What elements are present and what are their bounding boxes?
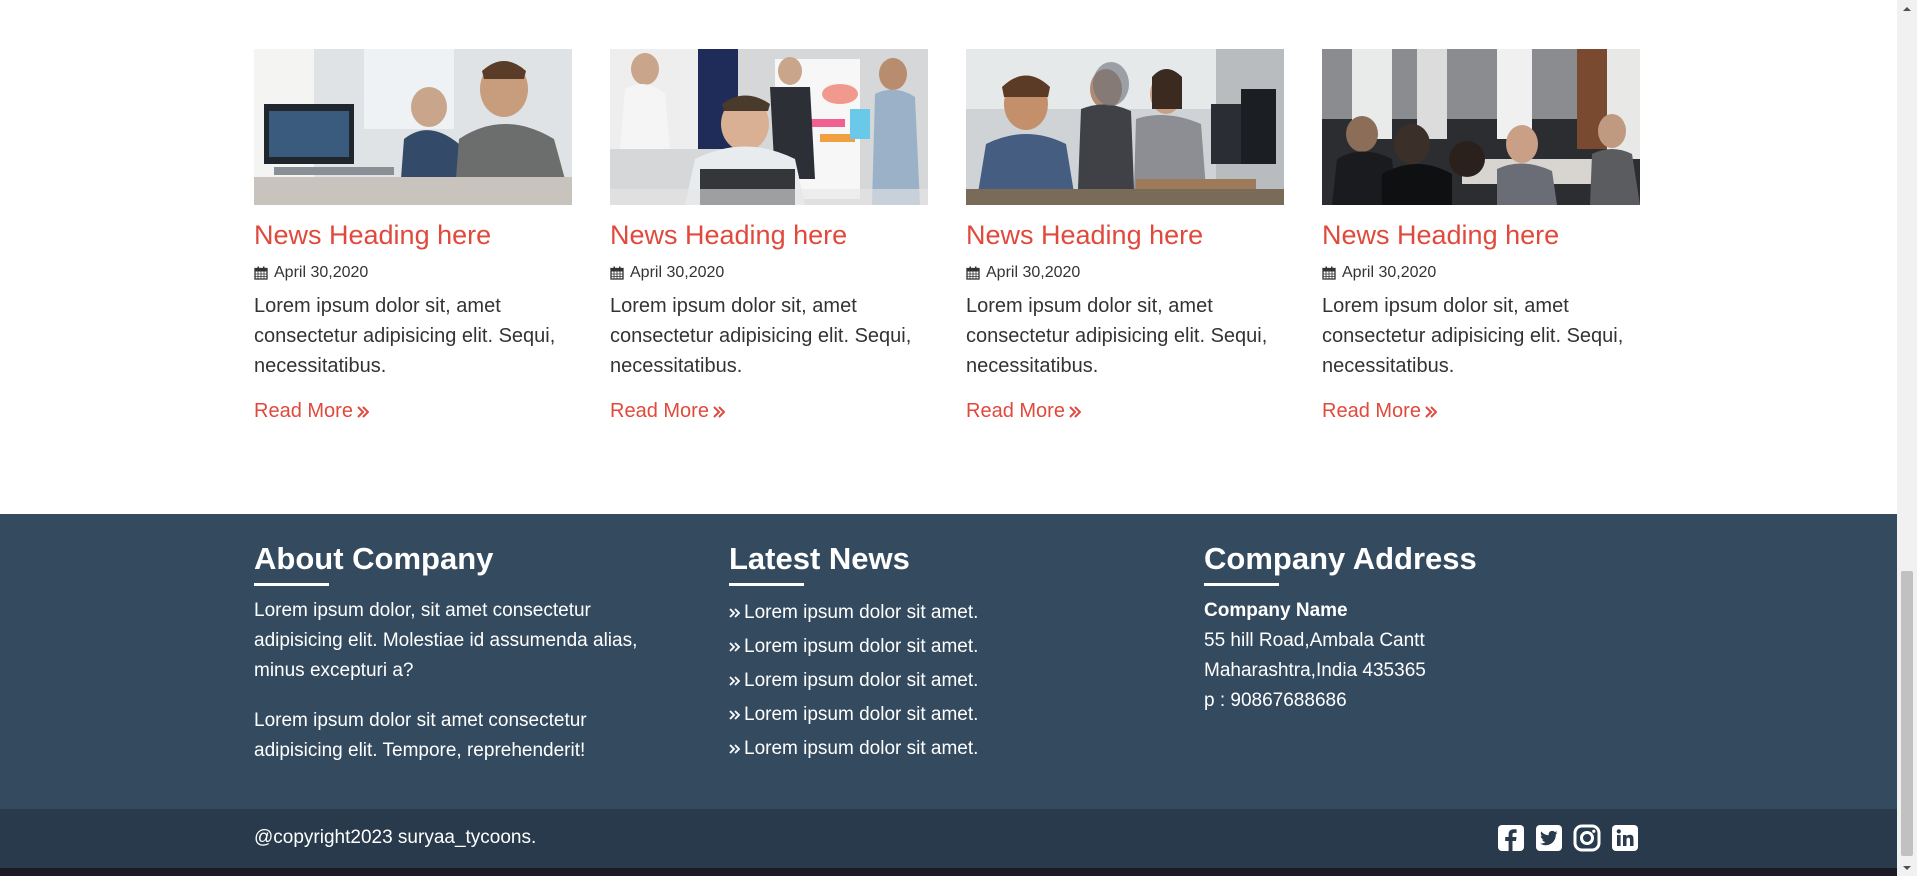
- double-chevron-right-icon: [357, 405, 369, 418]
- latest-news-item[interactable]: Lorem ipsum dolor sit amet.: [729, 732, 1149, 766]
- facebook-icon[interactable]: [1497, 824, 1525, 852]
- read-more-label: Read More: [610, 400, 709, 422]
- footer: About Company Lorem ipsum dolor, sit ame…: [0, 514, 1897, 809]
- news-excerpt: Lorem ipsum dolor sit, amet consectetur …: [1322, 295, 1624, 377]
- news-date: April 30,2020: [610, 263, 928, 283]
- news-image[interactable]: [254, 49, 572, 205]
- latest-news-label: Lorem ipsum dolor sit amet.: [744, 670, 979, 691]
- calendar-icon: [966, 266, 980, 280]
- latest-news-item[interactable]: Lorem ipsum dolor sit amet.: [729, 698, 1149, 732]
- copyright-text: @copyright2023 suryaa_tycoons.: [254, 827, 537, 848]
- scrollbar-thumb[interactable]: [1901, 571, 1913, 856]
- scroll-down-arrow-icon: [1903, 865, 1911, 870]
- company-address-column: Company Address Company Name 55 hill Roa…: [1204, 539, 1624, 716]
- double-chevron-right-icon: [729, 710, 741, 720]
- news-card: News Heading here April 30,2020 Lorem ip…: [966, 49, 1284, 381]
- about-company-column: About Company Lorem ipsum dolor, sit ame…: [254, 539, 674, 766]
- calendar-icon: [1322, 266, 1336, 280]
- double-chevron-right-icon: [713, 405, 725, 418]
- news-image[interactable]: [1322, 49, 1640, 205]
- latest-news-column: Latest News Lorem ipsum dolor sit amet. …: [729, 539, 1149, 766]
- news-date: April 30,2020: [966, 263, 1284, 283]
- latest-news-heading: Latest News: [729, 541, 910, 576]
- read-more-label: Read More: [1322, 400, 1421, 422]
- heading-underline: [729, 583, 804, 586]
- read-more-label: Read More: [254, 400, 353, 422]
- news-card: News Heading here April 30,2020 Lorem ip…: [1322, 49, 1640, 381]
- double-chevron-right-icon: [729, 608, 741, 618]
- news-section: News Heading here April 30,2020 Lorem ip…: [0, 0, 1897, 514]
- news-excerpt: Lorem ipsum dolor sit, amet consectetur …: [610, 295, 912, 377]
- heading-underline: [1204, 583, 1279, 586]
- calendar-icon: [610, 266, 624, 280]
- latest-news-item[interactable]: Lorem ipsum dolor sit amet.: [729, 596, 1149, 630]
- phone-number: p : 90867688686: [1204, 690, 1347, 711]
- latest-news-item[interactable]: Lorem ipsum dolor sit amet.: [729, 664, 1149, 698]
- news-date-text: April 30,2020: [630, 264, 725, 281]
- linkedin-icon[interactable]: [1611, 824, 1639, 852]
- scroll-up-arrow-icon: [1903, 6, 1911, 11]
- latest-news-label: Lorem ipsum dolor sit amet.: [744, 738, 979, 759]
- news-date: April 30,2020: [1322, 263, 1640, 283]
- calendar-icon: [254, 266, 268, 280]
- latest-news-label: Lorem ipsum dolor sit amet.: [744, 602, 979, 623]
- news-date-text: April 30,2020: [274, 264, 369, 281]
- vertical-scrollbar[interactable]: [1897, 0, 1917, 876]
- scroll-down-button[interactable]: [1897, 859, 1917, 876]
- heading-underline: [254, 583, 329, 586]
- news-date-text: April 30,2020: [986, 264, 1081, 281]
- address-line: 55 hill Road,Ambala Cantt: [1204, 630, 1425, 651]
- page: News Heading here April 30,2020 Lorem ip…: [0, 0, 1897, 876]
- news-excerpt: Lorem ipsum dolor sit, amet consectetur …: [966, 295, 1268, 377]
- double-chevron-right-icon: [1425, 405, 1437, 418]
- page-bottom-edge: [0, 868, 1897, 876]
- latest-news-label: Lorem ipsum dolor sit amet.: [744, 636, 979, 657]
- double-chevron-right-icon: [729, 642, 741, 652]
- social-links: [1497, 824, 1639, 852]
- about-company-heading: About Company: [254, 541, 494, 576]
- read-more-link[interactable]: Read More: [254, 400, 369, 423]
- news-heading[interactable]: News Heading here: [966, 219, 1284, 251]
- news-date: April 30,2020: [254, 263, 572, 283]
- latest-news-list: Lorem ipsum dolor sit amet. Lorem ipsum …: [729, 596, 1149, 766]
- read-more-link[interactable]: Read More: [610, 400, 725, 423]
- read-more-label: Read More: [966, 400, 1065, 422]
- news-image[interactable]: [610, 49, 928, 205]
- latest-news-label: Lorem ipsum dolor sit amet.: [744, 704, 979, 725]
- scroll-up-button[interactable]: [1897, 0, 1917, 17]
- bottom-bar: @copyright2023 suryaa_tycoons.: [0, 809, 1897, 868]
- news-heading[interactable]: News Heading here: [610, 219, 928, 251]
- news-image[interactable]: [966, 49, 1284, 205]
- double-chevron-right-icon: [729, 744, 741, 754]
- read-more-link[interactable]: Read More: [966, 400, 1081, 423]
- address-line: Maharashtra,India 435365: [1204, 660, 1426, 681]
- address-block: Company Name 55 hill Road,Ambala Cantt M…: [1204, 596, 1624, 716]
- news-date-text: April 30,2020: [1342, 264, 1437, 281]
- company-address-heading: Company Address: [1204, 541, 1477, 576]
- about-paragraph: Lorem ipsum dolor sit amet consectetur a…: [254, 710, 587, 761]
- double-chevron-right-icon: [729, 676, 741, 686]
- news-heading[interactable]: News Heading here: [1322, 219, 1640, 251]
- double-chevron-right-icon: [1069, 405, 1081, 418]
- instagram-icon[interactable]: [1573, 824, 1601, 852]
- company-name: Company Name: [1204, 600, 1348, 621]
- news-excerpt: Lorem ipsum dolor sit, amet consectetur …: [254, 295, 556, 377]
- twitter-icon[interactable]: [1535, 824, 1563, 852]
- news-card: News Heading here April 30,2020 Lorem ip…: [254, 49, 572, 381]
- latest-news-item[interactable]: Lorem ipsum dolor sit amet.: [729, 630, 1149, 664]
- read-more-link[interactable]: Read More: [1322, 400, 1437, 423]
- news-heading[interactable]: News Heading here: [254, 219, 572, 251]
- about-paragraph: Lorem ipsum dolor, sit amet consectetur …: [254, 600, 638, 681]
- news-card: News Heading here April 30,2020 Lorem ip…: [610, 49, 928, 381]
